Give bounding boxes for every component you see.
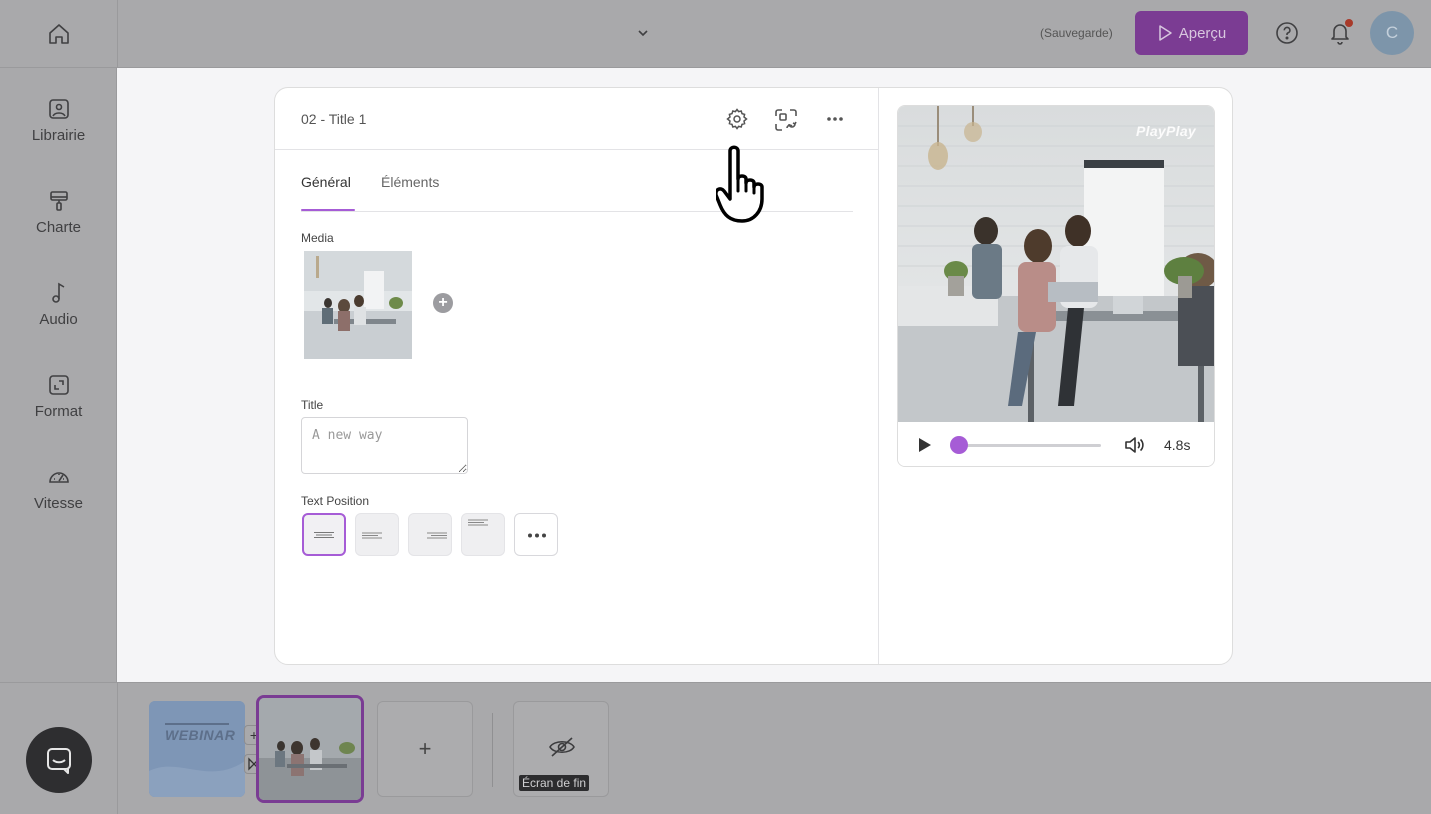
- notification-badge: [1345, 19, 1353, 27]
- scene-header: 02 - Title 1: [275, 88, 879, 150]
- project-dropdown[interactable]: [636, 26, 650, 45]
- add-media-button[interactable]: +: [433, 293, 453, 313]
- text-position-right[interactable]: [408, 513, 452, 556]
- active-tab-indicator: [301, 209, 355, 211]
- volume-button[interactable]: [1124, 435, 1146, 460]
- scene-settings-panel: 02 - Title 1 Général Éléments Media + Ti…: [275, 88, 879, 664]
- text-position-center[interactable]: [302, 513, 346, 556]
- preview-button[interactable]: Aperçu: [1135, 11, 1248, 55]
- sidebar-item-label: Audio: [39, 311, 78, 328]
- media-thumbnail[interactable]: [304, 251, 412, 359]
- progress-track[interactable]: [958, 444, 1101, 447]
- more-horizontal-icon: [528, 533, 546, 538]
- align-center-icon: [314, 532, 334, 538]
- text-position-top-left[interactable]: [461, 513, 505, 556]
- text-position-left[interactable]: [355, 513, 399, 556]
- gear-icon: [726, 108, 748, 130]
- align-right-icon: [427, 532, 447, 539]
- hand-pointer-cursor: [714, 145, 782, 230]
- add-slide-button[interactable]: +: [377, 701, 473, 797]
- text-position-more[interactable]: [514, 513, 558, 556]
- timeline-left-cell: [0, 683, 118, 814]
- home-button[interactable]: [0, 0, 118, 68]
- image-icon: [48, 99, 69, 119]
- sidebar-item-format[interactable]: Format: [0, 373, 117, 420]
- paint-roller-icon: [49, 191, 68, 211]
- help-button[interactable]: [1275, 21, 1299, 50]
- chevron-down-icon: [638, 30, 648, 37]
- align-left-icon: [362, 532, 382, 539]
- media-label: Media: [301, 231, 334, 245]
- play-outline-icon: [1158, 25, 1172, 41]
- home-icon: [48, 24, 69, 44]
- tab-general[interactable]: Général: [301, 174, 351, 190]
- play-icon: [919, 438, 931, 452]
- title-label: Title: [301, 398, 324, 412]
- music-note-icon: [51, 282, 64, 303]
- sidebar-item-audio[interactable]: Audio: [0, 281, 117, 328]
- duration-label: 4.8s: [1164, 437, 1191, 453]
- top-bar: (Sauvegarde) Aperçu C: [0, 0, 1431, 68]
- align-top-left-icon: [468, 519, 488, 526]
- eye-off-icon: [549, 737, 575, 757]
- timeline-divider: [492, 713, 493, 787]
- resize-icon: [48, 375, 69, 395]
- preview-frame-image: [898, 106, 1214, 422]
- sidebar: Librairie Charte Audio Format Vitesse: [0, 68, 117, 682]
- player-controls: 4.8s: [898, 422, 1214, 466]
- slide-1-title: WEBINAR: [165, 727, 236, 743]
- progress-knob[interactable]: [950, 436, 968, 454]
- save-status: (Sauvegarde): [1040, 26, 1113, 40]
- chat-support-button[interactable]: [26, 727, 92, 793]
- sidebar-item-vitesse[interactable]: Vitesse: [0, 465, 117, 512]
- avatar[interactable]: C: [1370, 11, 1414, 55]
- more-options-button[interactable]: [823, 107, 847, 136]
- preview-button-label: Aperçu: [1178, 24, 1227, 42]
- office-photo-thumbnail: [304, 251, 412, 359]
- speedometer-icon: [48, 472, 69, 483]
- text-position-group: [302, 513, 558, 556]
- swap-scene-button[interactable]: [773, 107, 799, 138]
- volume-icon: [1125, 437, 1144, 453]
- video-preview: PlayPlay 4.8s: [897, 105, 1215, 467]
- text-position-label: Text Position: [301, 494, 370, 508]
- slide-thumbnail: [259, 698, 361, 800]
- help-circle-icon: [1276, 22, 1298, 44]
- sidebar-item-label: Format: [34, 403, 83, 420]
- timeline-slide-1[interactable]: WEBINAR: [149, 701, 245, 797]
- tab-elements[interactable]: Éléments: [381, 174, 439, 190]
- timeline-slide-2-selected[interactable]: [256, 695, 364, 803]
- timeline: WEBINAR + + Écran de fin: [0, 682, 1431, 814]
- sidebar-item-label: Vitesse: [34, 495, 83, 512]
- title-field[interactable]: [301, 417, 468, 474]
- end-screen-label: Écran de fin: [519, 775, 590, 791]
- play-button[interactable]: [918, 437, 932, 458]
- swap-icon: [775, 109, 797, 131]
- slide-thumbnail: [149, 701, 245, 797]
- sidebar-item-label: Charte: [35, 219, 82, 236]
- sidebar-item-librairie[interactable]: Librairie: [0, 97, 117, 144]
- hand-pointer-icon: [714, 145, 764, 223]
- sidebar-item-charte[interactable]: Charte: [0, 189, 117, 236]
- end-screen-slide[interactable]: Écran de fin: [513, 701, 609, 797]
- scene-title: 02 - Title 1: [301, 111, 367, 127]
- settings-button[interactable]: [725, 107, 749, 136]
- brand-watermark: PlayPlay: [1136, 123, 1196, 139]
- chat-icon: [47, 748, 71, 774]
- more-horizontal-icon: [827, 117, 843, 121]
- sidebar-item-label: Librairie: [31, 127, 86, 144]
